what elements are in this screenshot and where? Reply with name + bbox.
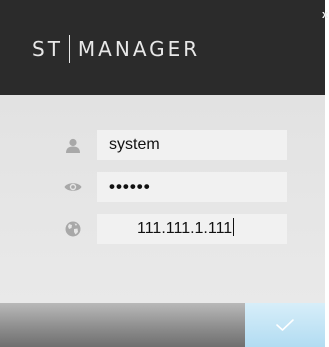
globe-icon	[64, 221, 82, 237]
host-input[interactable]: 111.111.1.111	[97, 214, 287, 244]
close-button[interactable]: x	[322, 8, 329, 22]
footer-shade	[0, 303, 245, 347]
text-caret	[233, 218, 235, 236]
logo-right-text: MANAGER	[77, 37, 201, 61]
header-bar: ST MANAGER	[0, 0, 325, 95]
login-dialog: ST MANAGER system •••••• 111.111.1.111	[0, 0, 325, 347]
host-row: 111.111.1.111	[0, 214, 325, 244]
username-input[interactable]	[97, 130, 287, 160]
password-row	[0, 172, 325, 202]
logo-left-text: ST	[32, 37, 63, 61]
eye-icon	[64, 179, 82, 195]
confirm-button[interactable]	[245, 303, 325, 347]
user-icon	[64, 137, 82, 153]
username-row	[0, 130, 325, 160]
password-input[interactable]	[97, 172, 287, 202]
checkmark-icon	[276, 319, 294, 331]
host-value: 111.111.1.111	[137, 220, 233, 237]
footer-bar	[0, 303, 325, 347]
logo-divider	[68, 35, 70, 63]
app-logo: ST MANAGER	[32, 35, 200, 63]
